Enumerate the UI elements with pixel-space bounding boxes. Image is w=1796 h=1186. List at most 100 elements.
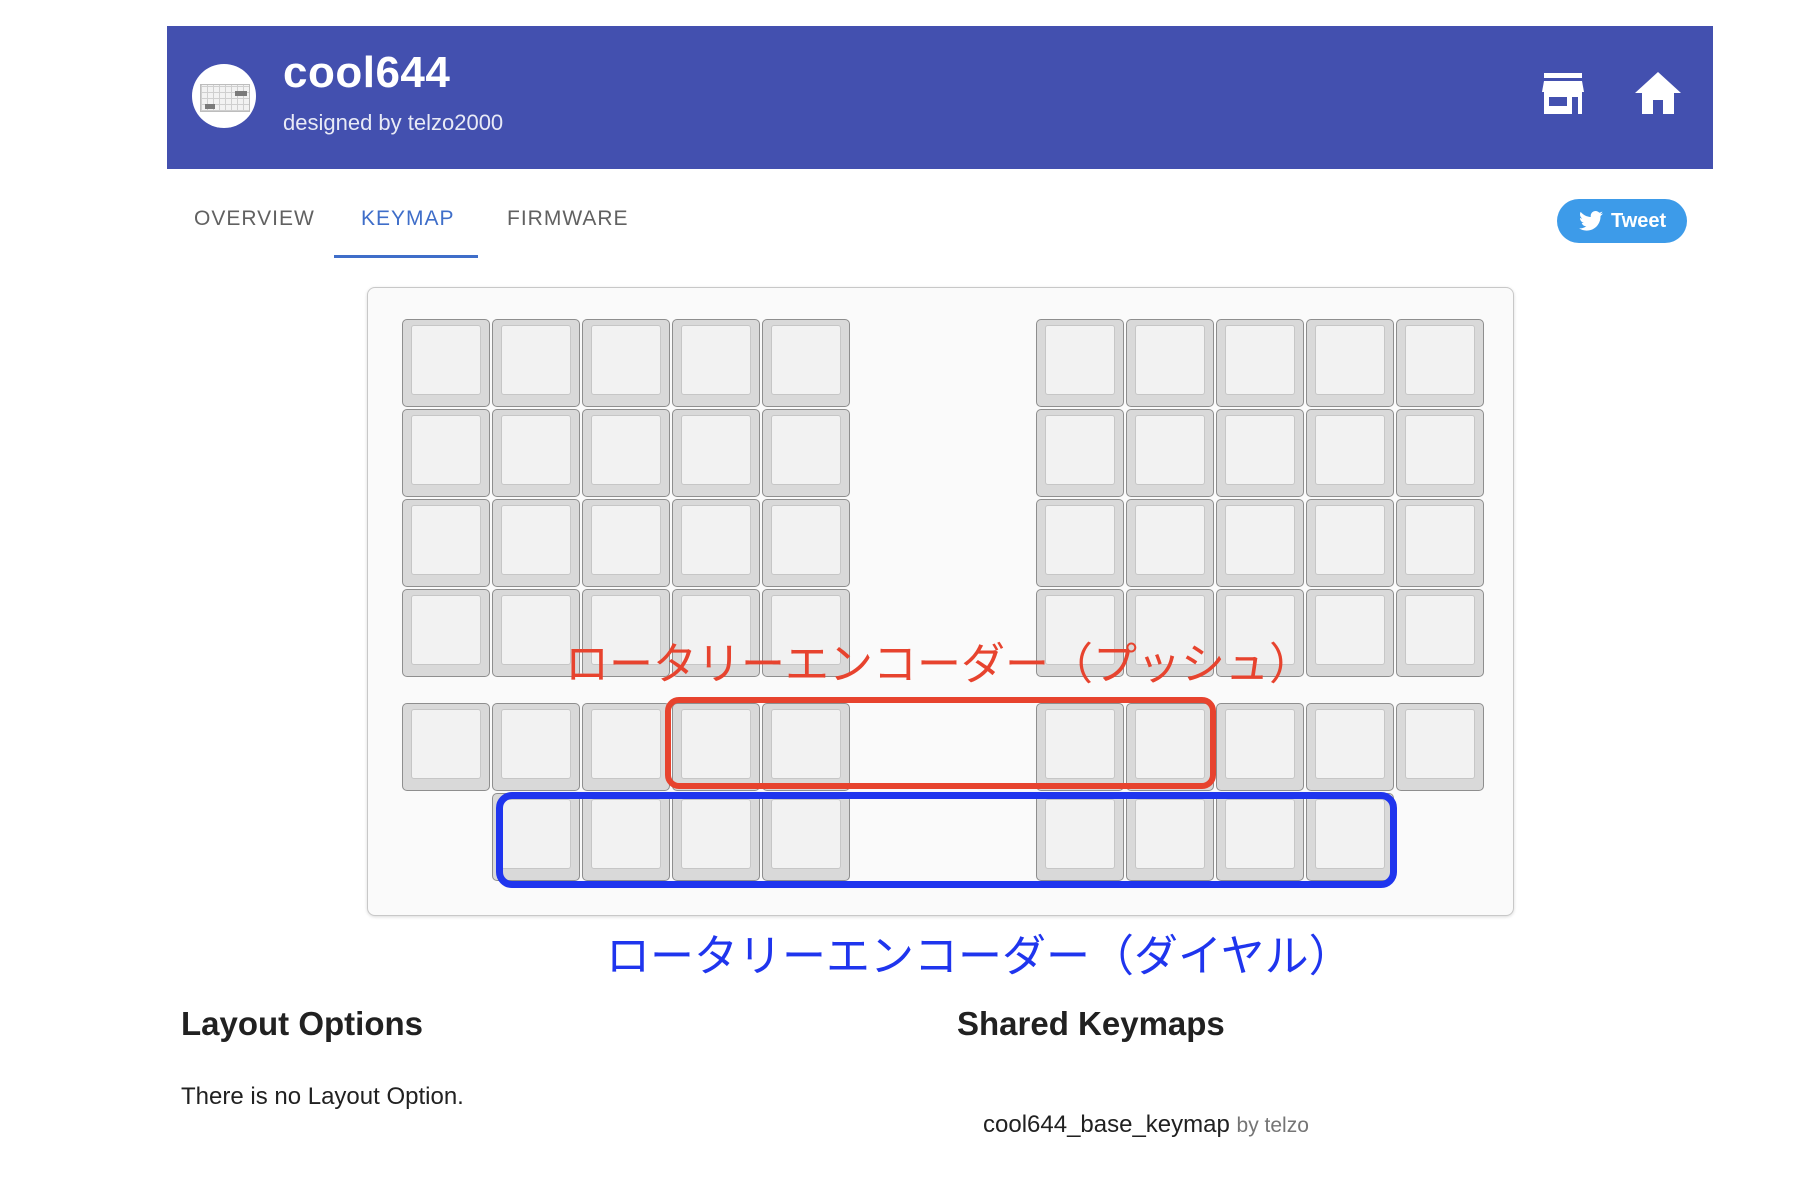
key-left-r3-c2[interactable]	[492, 499, 580, 587]
keycap	[501, 709, 571, 779]
keycap	[1405, 325, 1475, 395]
key-right-r1-c5[interactable]	[1396, 319, 1484, 407]
key-right-r1-c1[interactable]	[1036, 319, 1124, 407]
keycap	[1315, 595, 1385, 665]
keycap	[411, 595, 481, 665]
keycap	[1315, 325, 1385, 395]
key-right-r3-c3[interactable]	[1216, 499, 1304, 587]
key-left-r2-c3[interactable]	[582, 409, 670, 497]
app-header: cool644 designed by telzo2000	[167, 26, 1713, 169]
encoder-dial-highlight	[496, 792, 1397, 888]
keycap	[1405, 595, 1475, 665]
keycap	[1135, 415, 1205, 485]
store-icon[interactable]	[1540, 70, 1586, 116]
keycap	[1315, 415, 1385, 485]
key-left-r3-c1[interactable]	[402, 499, 490, 587]
key-left-r5-c2[interactable]	[492, 703, 580, 791]
keycap	[1315, 505, 1385, 575]
key-left-r5-c3[interactable]	[582, 703, 670, 791]
shared-keymap-name[interactable]: cool644_base_keymap	[983, 1111, 1230, 1138]
keycap	[1135, 325, 1205, 395]
keycap	[411, 325, 481, 395]
key-right-r1-c2[interactable]	[1126, 319, 1214, 407]
keycap	[1225, 505, 1295, 575]
keyboard-avatar-icon	[192, 64, 256, 128]
key-right-r4-c5[interactable]	[1396, 589, 1484, 677]
keycap	[1135, 505, 1205, 575]
keycap	[411, 709, 481, 779]
keycap	[1045, 325, 1115, 395]
keycap	[501, 505, 571, 575]
tab-keymap[interactable]: KEYMAP	[361, 207, 455, 231]
keycap	[591, 505, 661, 575]
key-left-r3-c4[interactable]	[672, 499, 760, 587]
keycap	[591, 415, 661, 485]
home-icon[interactable]	[1633, 70, 1683, 116]
key-right-r2-c1[interactable]	[1036, 409, 1124, 497]
keycap	[681, 415, 751, 485]
keycap	[771, 505, 841, 575]
keycap	[501, 415, 571, 485]
key-right-r3-c1[interactable]	[1036, 499, 1124, 587]
keycap	[1045, 505, 1115, 575]
key-left-r1-c4[interactable]	[672, 319, 760, 407]
key-right-r2-c4[interactable]	[1306, 409, 1394, 497]
key-left-r2-c2[interactable]	[492, 409, 580, 497]
key-left-r5-c1[interactable]	[402, 703, 490, 791]
key-right-r5-c4[interactable]	[1306, 703, 1394, 791]
encoder-dial-label: ロータリーエンコーダー（ダイヤル）	[606, 932, 1353, 981]
keycap	[411, 505, 481, 575]
key-right-r2-c2[interactable]	[1126, 409, 1214, 497]
keyboard-title: cool644	[283, 48, 451, 97]
keycap	[1225, 325, 1295, 395]
keycap	[501, 595, 571, 665]
keycap	[591, 325, 661, 395]
key-right-r3-c5[interactable]	[1396, 499, 1484, 587]
key-left-r3-c5[interactable]	[762, 499, 850, 587]
tweet-button[interactable]: Tweet	[1557, 199, 1687, 243]
key-right-r4-c4[interactable]	[1306, 589, 1394, 677]
key-left-r1-c1[interactable]	[402, 319, 490, 407]
encoder-push-highlight	[665, 697, 1216, 789]
key-right-r1-c3[interactable]	[1216, 319, 1304, 407]
key-left-r1-c5[interactable]	[762, 319, 850, 407]
keycap	[681, 325, 751, 395]
key-right-r3-c4[interactable]	[1306, 499, 1394, 587]
keycap	[1225, 709, 1295, 779]
key-left-r2-c1[interactable]	[402, 409, 490, 497]
tweet-label: Tweet	[1611, 210, 1667, 232]
active-tab-indicator	[334, 255, 478, 258]
shared-keymaps-heading: Shared Keymaps	[957, 1005, 1225, 1042]
keycap	[1225, 415, 1295, 485]
keycap	[771, 415, 841, 485]
tab-firmware[interactable]: FIRMWARE	[507, 207, 629, 231]
layout-options-heading: Layout Options	[181, 1005, 423, 1042]
key-left-r1-c3[interactable]	[582, 319, 670, 407]
layout-options-text: There is no Layout Option.	[181, 1083, 464, 1110]
shared-keymap-item[interactable]: cool644_base_keymap by telzo	[983, 1111, 1309, 1139]
key-right-r1-c4[interactable]	[1306, 319, 1394, 407]
keycap	[411, 415, 481, 485]
keycap	[1405, 415, 1475, 485]
key-left-r1-c2[interactable]	[492, 319, 580, 407]
key-right-r2-c3[interactable]	[1216, 409, 1304, 497]
designer-subtitle: designed by telzo2000	[283, 110, 504, 135]
key-right-r2-c5[interactable]	[1396, 409, 1484, 497]
key-right-r5-c3[interactable]	[1216, 703, 1304, 791]
shared-keymap-author: by telzo	[1236, 1114, 1309, 1137]
key-left-r4-c1[interactable]	[402, 589, 490, 677]
keycap	[501, 325, 571, 395]
keycap	[591, 709, 661, 779]
keycap	[771, 325, 841, 395]
key-left-r3-c3[interactable]	[582, 499, 670, 587]
keycap	[681, 505, 751, 575]
twitter-bird-icon	[1579, 211, 1603, 231]
key-left-r2-c4[interactable]	[672, 409, 760, 497]
tab-overview[interactable]: OVERVIEW	[194, 207, 315, 231]
keycap	[1045, 415, 1115, 485]
keycap	[1405, 709, 1475, 779]
keycap	[1315, 709, 1385, 779]
key-right-r5-c5[interactable]	[1396, 703, 1484, 791]
key-right-r3-c2[interactable]	[1126, 499, 1214, 587]
key-left-r2-c5[interactable]	[762, 409, 850, 497]
